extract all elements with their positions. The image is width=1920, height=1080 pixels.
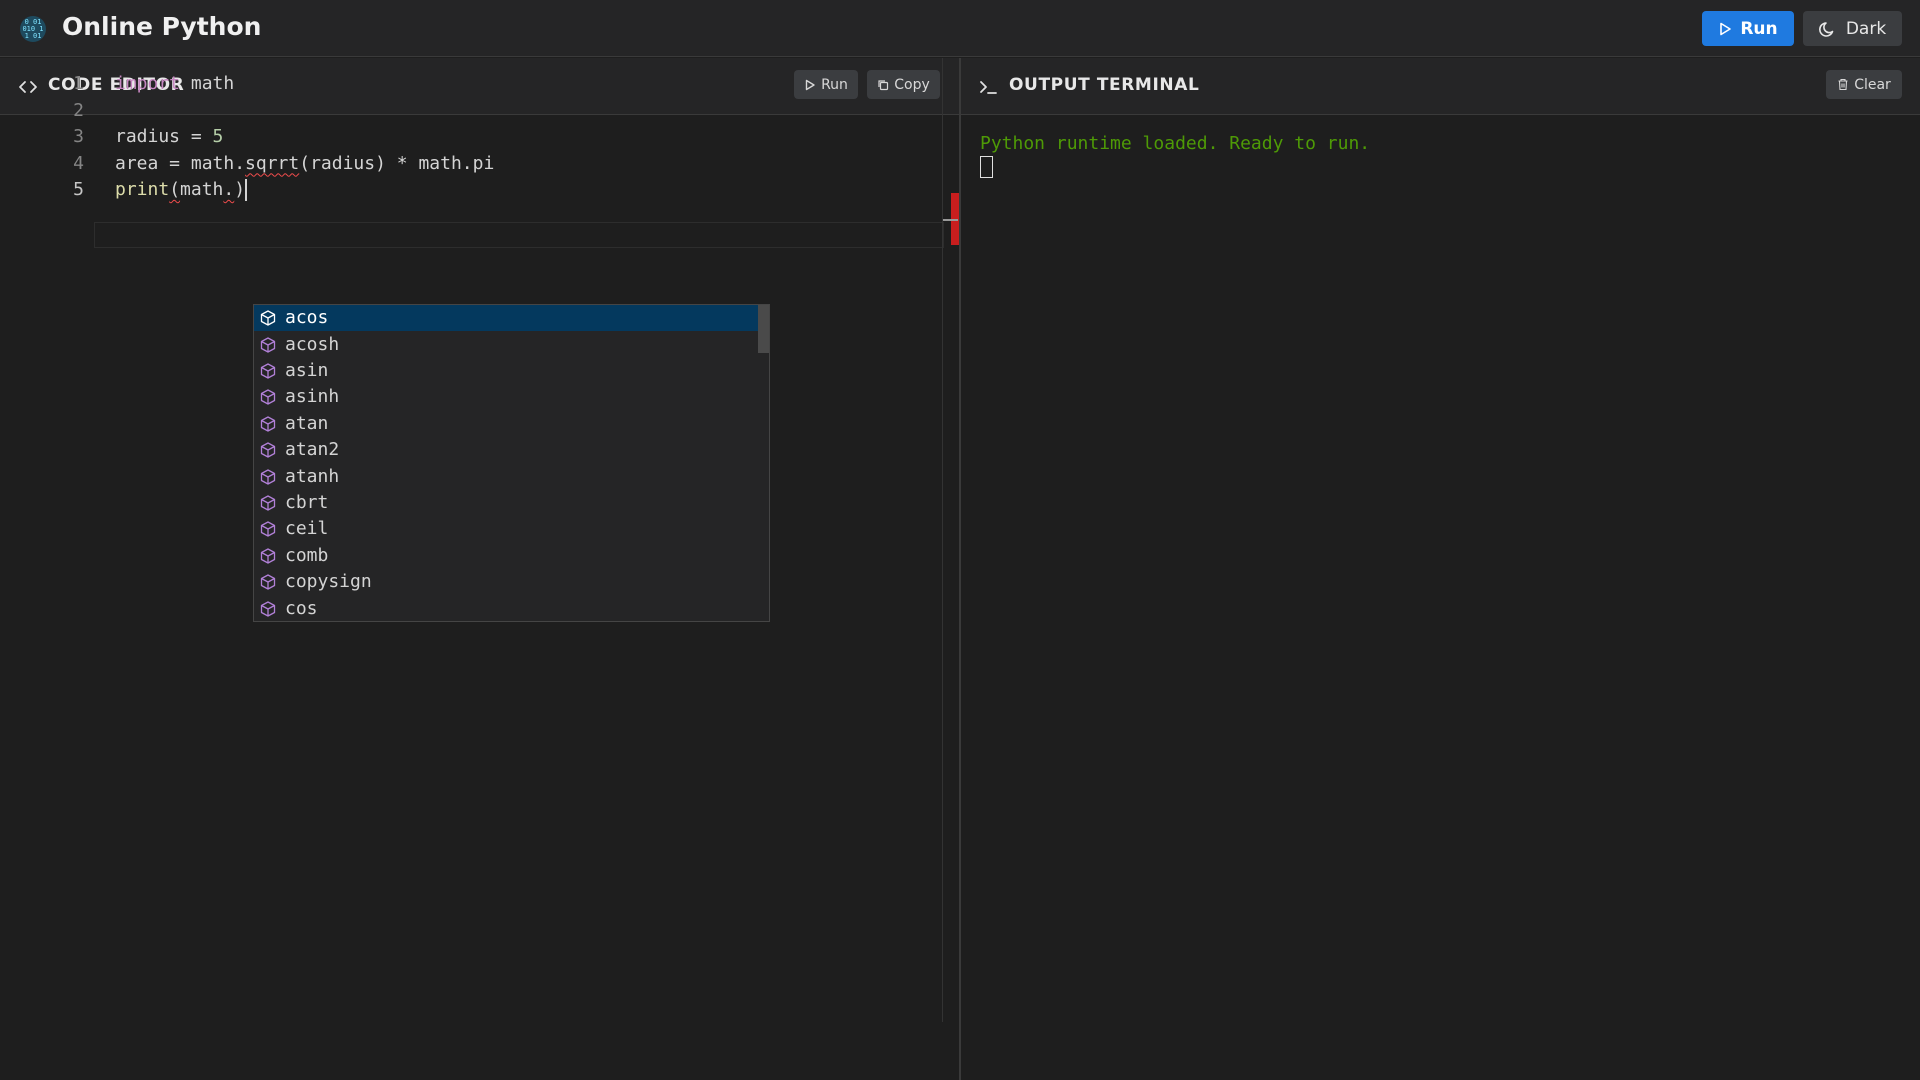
module-cube-icon: [260, 336, 276, 353]
terminal-cursor[interactable]: [980, 156, 993, 178]
code-token: math: [180, 73, 235, 94]
suggestion-label: atan2: [285, 439, 340, 461]
code-editor-textarea[interactable]: 1 import math 2 3 radius = 5 4 area = math.sqr…: [0, 58, 959, 1022]
suggestion-item[interactable]: cbrt: [254, 490, 758, 516]
suggestion-item[interactable]: atan2: [254, 437, 758, 463]
code-line[interactable]: 2: [0, 98, 940, 124]
code-token: import: [115, 73, 181, 94]
cursor-position-marker: [943, 219, 958, 221]
suggestion-label: acos: [285, 307, 329, 329]
module-cube-icon: [260, 389, 276, 406]
code-token: (: [169, 179, 181, 200]
autocomplete-suggestions[interactable]: acos acosh asin asinh atan atan2 atanh cbrt ceil…: [253, 304, 770, 622]
code-line[interactable]: 3 radius = 5: [0, 124, 940, 150]
code-text: area = math.sqrrt(radius) * math.pi: [115, 151, 494, 177]
output-terminal-panel: OUTPUT TERMINAL Clear Python runtime loa…: [961, 58, 1920, 1080]
suggestion-item[interactable]: atanh: [254, 463, 758, 489]
code-line[interactable]: 1 import math: [0, 71, 940, 97]
suggestions-scrollbar[interactable]: [758, 305, 769, 353]
code-token: (radius) * math.pi: [299, 152, 495, 174]
suggestion-label: comb: [285, 544, 329, 566]
theme-toggle-button[interactable]: Dark: [1803, 11, 1902, 46]
suggestion-label: copysign: [285, 571, 372, 593]
code-token: 5: [212, 126, 224, 147]
app-title: Online Python: [62, 12, 262, 41]
code-token: ): [234, 179, 246, 200]
play-icon: [1720, 22, 1732, 35]
moon-icon: [1818, 21, 1834, 37]
suggestion-label: cos: [285, 597, 318, 619]
svg-text:1 01: 1 01: [25, 32, 42, 40]
suggestion-item[interactable]: comb: [254, 543, 758, 569]
line-number: 2: [73, 99, 84, 121]
module-cube-icon: [260, 521, 276, 538]
code-token: sqrrt: [245, 152, 300, 174]
code-token: radius =: [115, 126, 213, 147]
suggestion-label: atanh: [285, 465, 340, 487]
line-number: 4: [73, 152, 84, 174]
binary-head-logo-icon: 0 01 010 1 1 01: [20, 16, 46, 42]
suggestion-item[interactable]: asinh: [254, 384, 758, 410]
module-cube-icon: [260, 600, 276, 617]
module-cube-icon: [260, 495, 276, 511]
module-cube-icon: [260, 468, 276, 485]
line-number: 5: [73, 179, 84, 200]
code-text: print(math.): [115, 177, 248, 203]
module-cube-icon: [260, 574, 276, 590]
suggestion-label: ceil: [285, 518, 329, 540]
suggestion-label: cbrt: [285, 491, 329, 513]
clear-label: Clear: [1854, 76, 1891, 93]
code-text: import math: [115, 71, 234, 97]
module-cube-icon: [260, 310, 276, 326]
suggestion-label: asin: [285, 359, 329, 381]
terminal-icon: [980, 81, 997, 94]
module-cube-icon: [260, 548, 276, 564]
text-cursor: [245, 179, 248, 201]
suggestion-label: acosh: [285, 333, 340, 355]
scrollbar-track[interactable]: [942, 58, 943, 1022]
code-line[interactable]: 4 area = math.sqrrt(radius) * math.pi: [0, 151, 940, 177]
run-button[interactable]: Run: [1702, 11, 1794, 46]
code-text: radius = 5: [115, 124, 223, 150]
code-token: area = math.: [115, 152, 246, 174]
clear-button[interactable]: Clear: [1826, 70, 1902, 99]
suggestion-item[interactable]: acos: [254, 305, 758, 332]
code-token: math: [180, 179, 224, 200]
line-number: 1: [73, 73, 84, 94]
module-cube-icon: [260, 442, 276, 458]
suggestion-item[interactable]: copysign: [254, 569, 758, 595]
output-terminal-header: OUTPUT TERMINAL Clear: [961, 58, 1920, 115]
suggestion-label: atan: [285, 412, 329, 434]
trash-icon: [1838, 78, 1848, 91]
suggestion-item[interactable]: cos: [254, 595, 758, 621]
code-line[interactable]: 5 print(math.): [0, 177, 940, 203]
theme-toggle-label: Dark: [1845, 18, 1887, 39]
code-token: print: [115, 179, 170, 200]
suggestion-item[interactable]: ceil: [254, 516, 758, 542]
terminal-output: Python runtime loaded. Ready to run.: [980, 133, 1371, 154]
line-number: 3: [73, 126, 84, 147]
suggestion-item[interactable]: asin: [254, 358, 758, 384]
module-cube-icon: [260, 416, 276, 432]
module-cube-icon: [260, 363, 276, 379]
top-bar: 0 01 010 1 1 01 Online Python Run Dark: [0, 0, 1920, 57]
suggestion-item[interactable]: atan: [254, 411, 758, 437]
code-token: .: [223, 179, 235, 200]
suggestion-label: asinh: [285, 386, 340, 408]
run-button-label: Run: [1740, 18, 1778, 39]
current-line-highlight: [94, 222, 944, 248]
output-terminal-title: OUTPUT TERMINAL: [1009, 75, 1200, 95]
suggestion-item[interactable]: acosh: [254, 331, 758, 357]
